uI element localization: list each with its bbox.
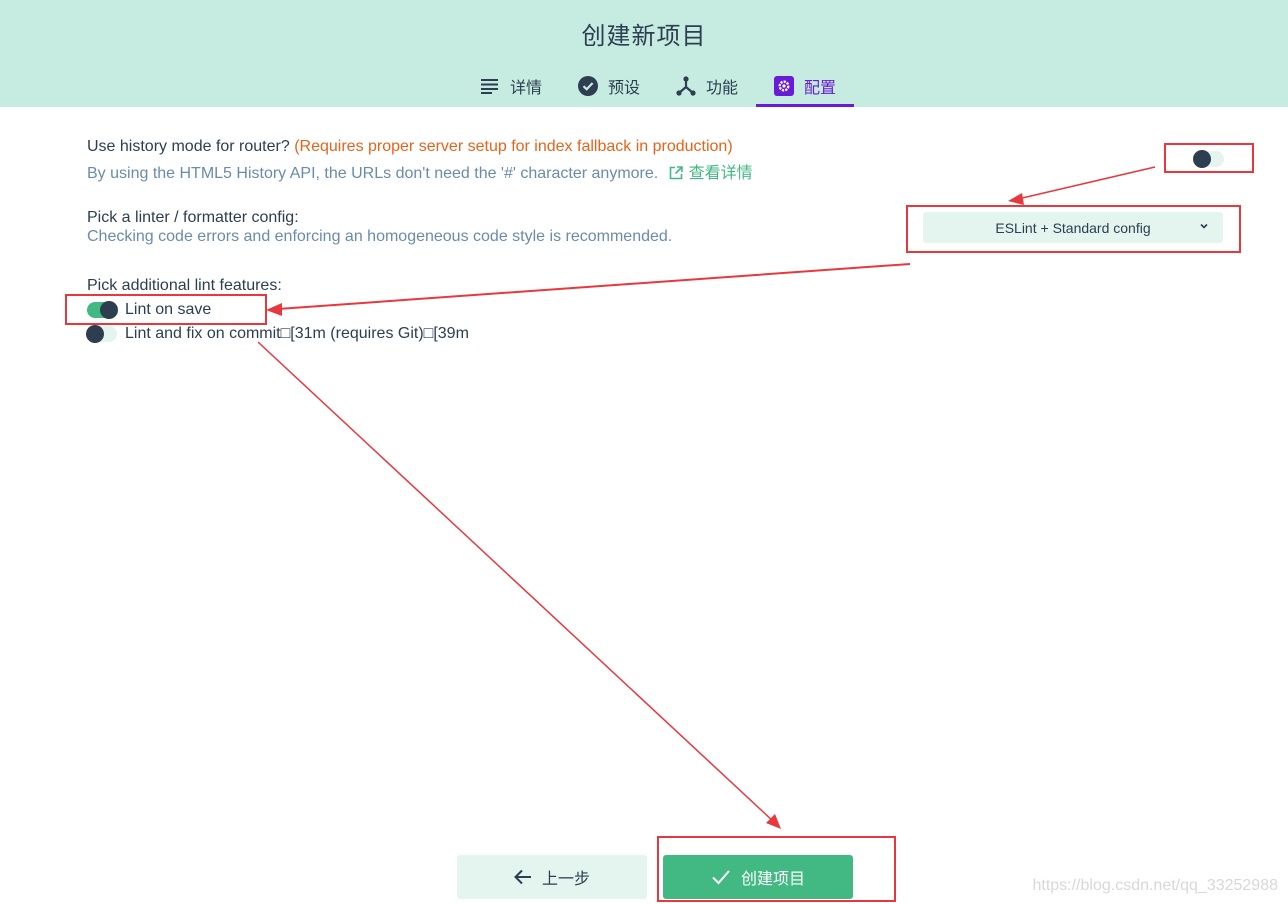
more-info-link[interactable]: 查看详情 [669, 165, 753, 182]
tab-features[interactable]: 功能 [658, 64, 756, 107]
history-mode-question: Use history mode for router? [87, 138, 290, 155]
history-mode-title: Use history mode for router? (Requires p… [87, 138, 733, 156]
check-circle-icon [578, 75, 599, 96]
step-tabs: 详情 预设 功能 配置 [462, 64, 855, 107]
history-mode-warning: (Requires proper server setup for index … [294, 138, 733, 155]
previous-button-label: 上一步 [541, 869, 590, 888]
history-mode-desc-text: By using the HTML5 History API, the URLs… [87, 165, 659, 182]
more-info-label: 查看详情 [688, 165, 753, 182]
watermark: https://blog.csdn.net/qq_33252988 [1032, 877, 1278, 894]
annotation-box-lint-on-save [65, 294, 267, 325]
header: 创建新项目 详情 预设 功能 配置 [0, 0, 1288, 107]
annotation-box-select [906, 205, 1241, 253]
lint-features-title: Pick additional lint features: [87, 277, 282, 294]
linter-description: Checking code errors and enforcing an ho… [87, 228, 673, 245]
toggle-knob [86, 325, 104, 343]
page-title: 创建新项目 [581, 22, 707, 50]
arrow-left-icon [514, 869, 531, 885]
previous-button[interactable]: 上一步 [457, 855, 647, 899]
external-link-icon [669, 166, 683, 180]
lint-on-commit-toggle[interactable] [86, 325, 117, 343]
tab-details-label: 详情 [510, 77, 543, 97]
history-mode-description: By using the HTML5 History API, the URLs… [87, 159, 753, 183]
lint-on-commit-label: Lint and fix on commit□[31m (requires Gi… [125, 325, 469, 342]
tab-presets[interactable]: 预设 [560, 64, 658, 107]
annotation-box-create [657, 836, 896, 902]
fork-icon [676, 75, 696, 96]
tab-config-label: 配置 [804, 77, 837, 97]
tab-features-label: 功能 [706, 77, 739, 97]
gear-icon [774, 75, 795, 96]
tab-details[interactable]: 详情 [462, 64, 560, 107]
annotation-arrows [257, 166, 1156, 829]
linter-title: Pick a linter / formatter config: [87, 209, 299, 226]
list-icon [480, 76, 500, 96]
annotation-box-toggle [1164, 143, 1254, 173]
lint-on-commit-option[interactable]: Lint and fix on commit□[31m (requires Gi… [86, 325, 469, 343]
tab-config[interactable]: 配置 [756, 64, 855, 107]
tab-presets-label: 预设 [608, 77, 641, 97]
